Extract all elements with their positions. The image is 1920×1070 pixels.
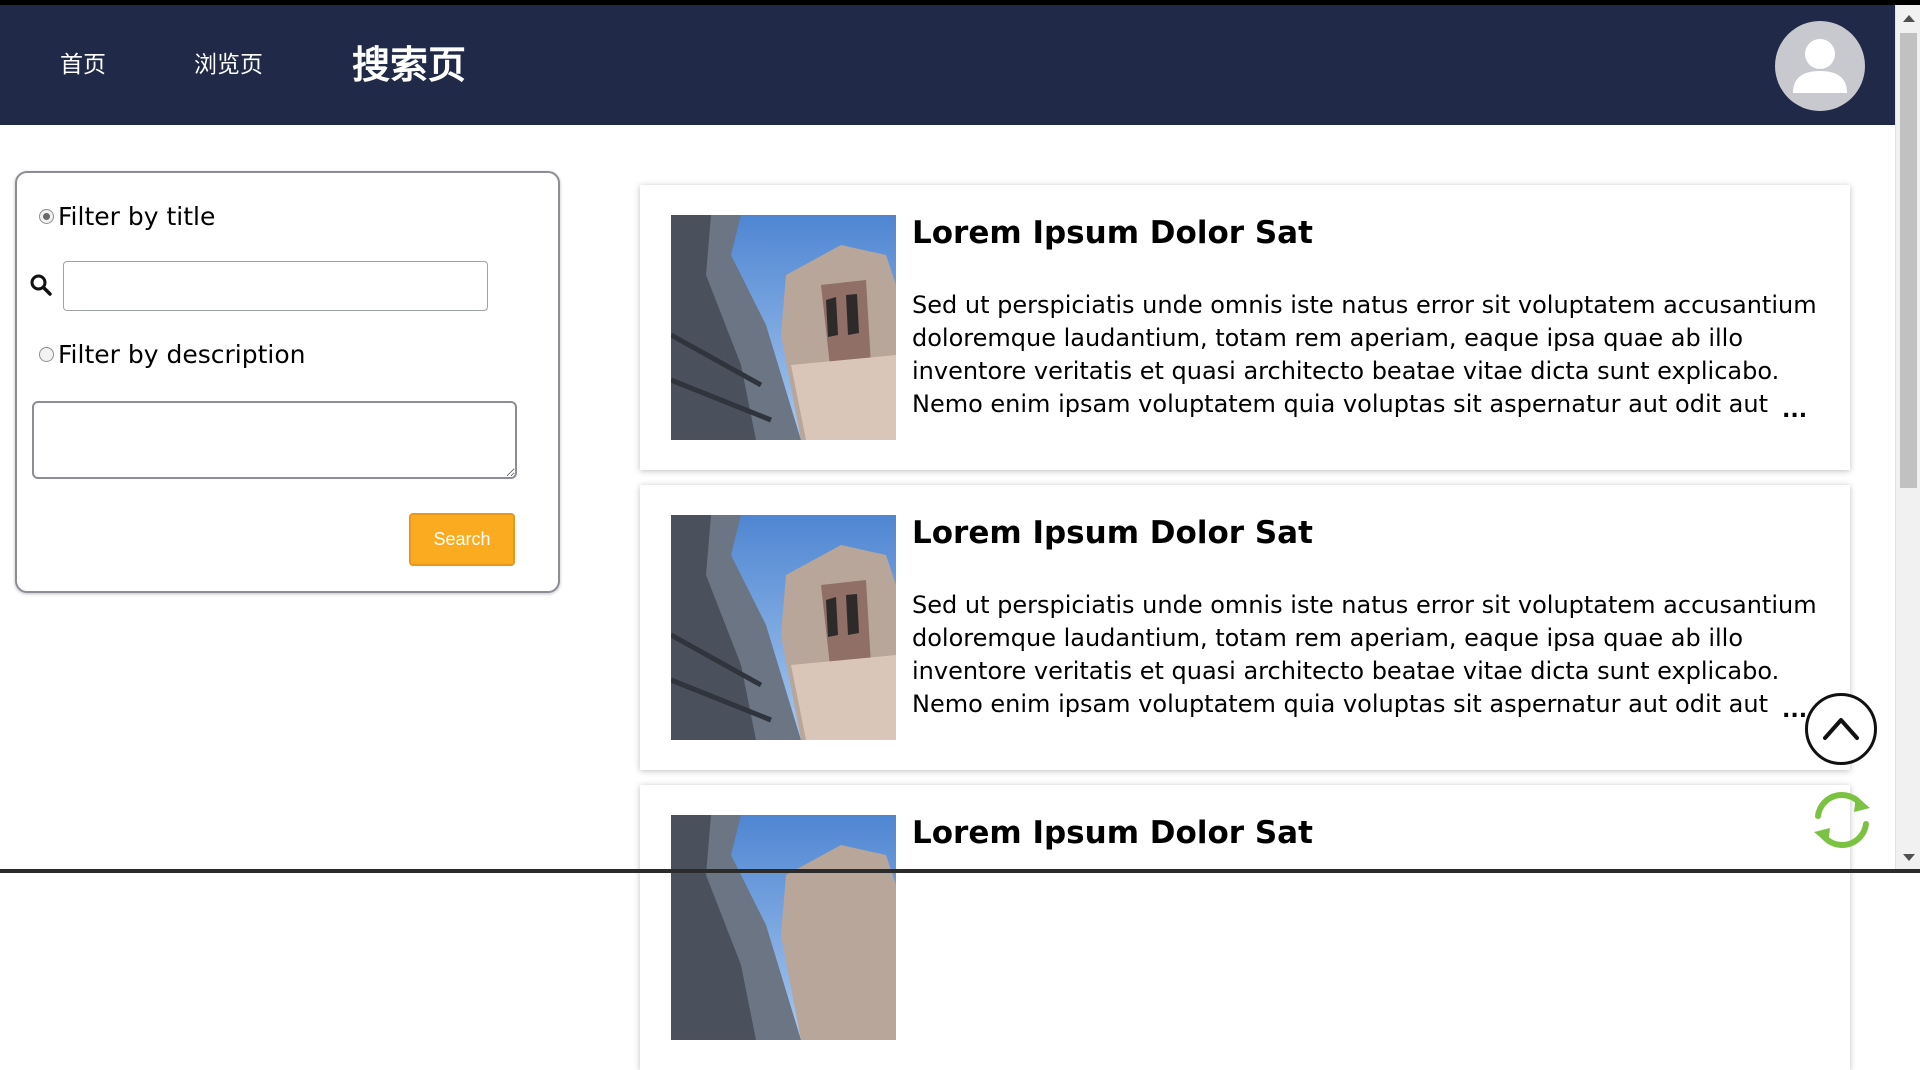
filter-by-title-label: Filter by title [58,201,216,231]
card-description: Sed ut perspiciatis unde omnis iste natu… [912,291,1817,418]
description-search-textarea[interactable] [32,401,517,479]
card-thumbnail-image[interactable] [671,815,896,1040]
card-thumbnail-image[interactable] [671,215,896,440]
filter-by-description-radio[interactable] [39,346,54,362]
nav-search-link[interactable]: 搜索页 [352,5,466,125]
search-button[interactable]: Search [409,513,515,566]
page-scrollbar[interactable] [1895,5,1920,869]
card-title[interactable]: Lorem Ipsum Dolor Sat [912,215,1313,251]
card-thumbnail-image[interactable] [671,515,896,740]
chevron-up-icon [1823,718,1859,740]
search-filter-panel: Filter by title Filter by description Se… [15,171,560,593]
scrollbar-thumb[interactable] [1900,33,1917,488]
card-description: Sed ut perspiciatis unde omnis iste natu… [912,591,1817,718]
window-bottom-border [0,869,1920,873]
scroll-down-arrow-icon[interactable] [1903,854,1915,861]
card-title[interactable]: Lorem Ipsum Dolor Sat [912,515,1313,551]
card-title[interactable]: Lorem Ipsum Dolor Sat [912,815,1313,851]
refresh-icon [1814,791,1870,849]
card-more-link[interactable]: ... [1782,698,1807,723]
result-card[interactable]: Lorem Ipsum Dolor Sat Sed ut perspiciati… [640,485,1850,770]
filter-by-description-label: Filter by description [58,339,306,369]
filter-by-description-option[interactable]: Filter by description [39,339,305,369]
nav-home-link[interactable]: 首页 [60,5,106,125]
refresh-button[interactable] [1804,782,1880,858]
filter-by-title-radio[interactable] [39,208,54,224]
title-search-input[interactable] [63,261,488,311]
result-card[interactable]: Lorem Ipsum Dolor Sat Sed ut perspiciati… [640,185,1850,470]
back-to-top-button[interactable] [1805,693,1877,765]
nav-browse-link[interactable]: 浏览页 [194,5,263,125]
scroll-up-arrow-icon[interactable] [1903,15,1915,22]
user-avatar-icon[interactable] [1775,21,1865,111]
magnifier-icon [29,273,53,301]
card-more-link[interactable]: ... [1782,398,1807,423]
top-navigation-bar: 首页 浏览页 搜索页 [0,5,1895,125]
filter-by-title-option[interactable]: Filter by title [39,201,215,231]
result-card[interactable]: Lorem Ipsum Dolor Sat [640,785,1850,1070]
